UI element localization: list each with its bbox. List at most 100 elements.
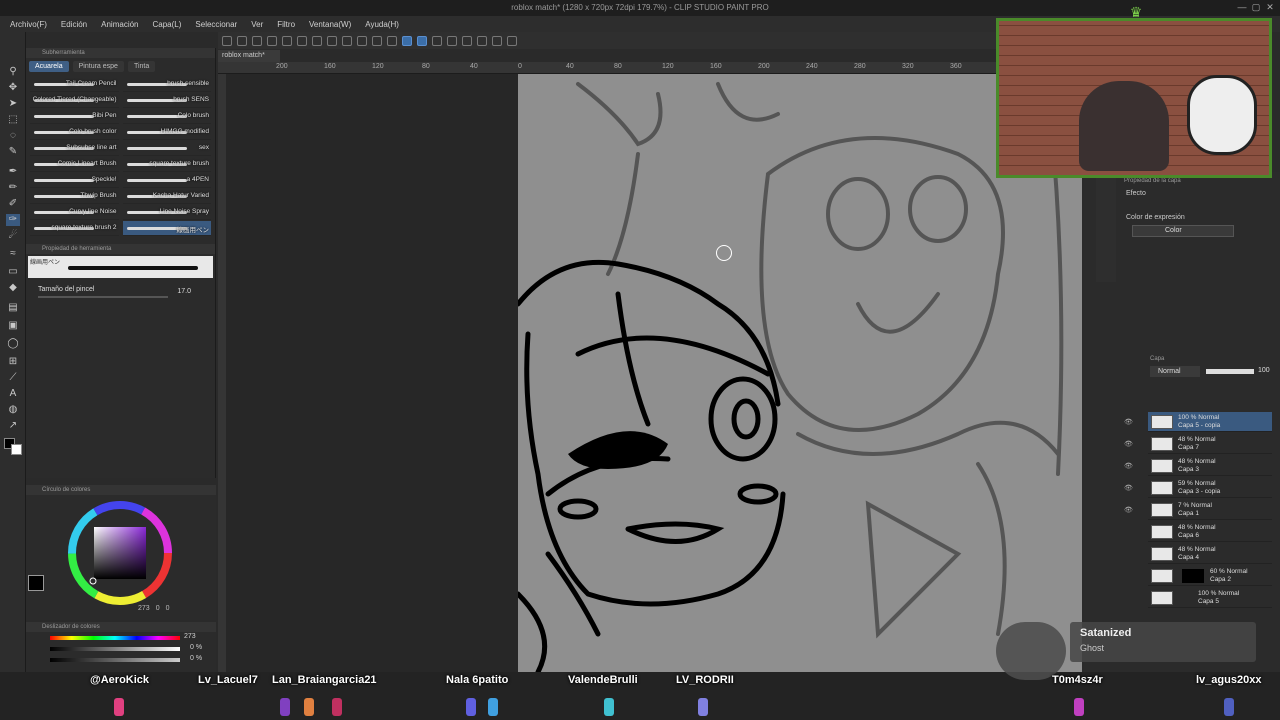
brush-item[interactable]: Subsubse line art — [30, 141, 119, 156]
pencil-tool-icon[interactable]: ✏ — [6, 182, 20, 194]
brush-item[interactable]: Bibi Pen — [30, 109, 119, 124]
menu-ver[interactable]: Ver — [251, 20, 263, 29]
brush-item[interactable]: sex — [122, 141, 211, 156]
save-icon[interactable] — [252, 35, 262, 46]
settings-icon[interactable] — [507, 35, 517, 46]
new-icon[interactable] — [222, 35, 232, 46]
brush-size-value[interactable]: 17.0 — [177, 288, 191, 295]
copy-icon[interactable] — [267, 35, 277, 46]
brush-size-slider[interactable] — [38, 296, 168, 298]
pen-tool-icon[interactable]: ✒ — [6, 166, 20, 178]
layer-row[interactable]: 48 % Normal Capa 7 — [1148, 434, 1272, 454]
blend-tool-icon[interactable]: ≈ — [6, 248, 20, 260]
document-tab[interactable]: roblox match* — [218, 50, 280, 62]
clear-icon[interactable] — [327, 35, 337, 46]
layer-row[interactable]: 7 % Normal Capa 1 — [1148, 500, 1272, 520]
maximize-button[interactable]: ▢ — [1250, 2, 1262, 14]
opacity-slider[interactable] — [1206, 369, 1254, 374]
brush-item[interactable]: Kacha Hatur Varied — [122, 189, 211, 204]
value-slider[interactable] — [50, 658, 180, 662]
zoom-icon[interactable] — [477, 35, 487, 46]
minimize-button[interactable]: — — [1236, 2, 1248, 14]
brush-item[interactable]: HIMGG modified — [122, 125, 211, 140]
tab-pintura[interactable]: Pintura espe — [72, 61, 124, 72]
brush-item-selected[interactable]: 線画用ペン — [122, 221, 211, 236]
brush-item[interactable]: a 4PEN — [122, 173, 211, 188]
open-icon[interactable] — [237, 35, 247, 46]
paste-icon[interactable] — [282, 35, 292, 46]
brush-item[interactable]: Curvy line Noise — [30, 205, 119, 220]
eraser-tool-icon[interactable]: ▭ — [6, 266, 20, 278]
correction-tool-icon[interactable]: ↗ — [6, 420, 20, 432]
brush-item[interactable]: Thwip Brush — [30, 189, 119, 204]
brush-item[interactable]: Tail Cream Pencil — [30, 77, 119, 92]
expression-color-select[interactable]: Color — [1132, 225, 1234, 237]
menu-archivo[interactable]: Archivo(F) — [10, 20, 47, 29]
layer-row[interactable]: 48 % Normal Capa 6 — [1148, 522, 1272, 542]
transform-icon[interactable] — [357, 35, 367, 46]
brush-item[interactable]: Colo brush — [122, 109, 211, 124]
menu-capa[interactable]: Capa(L) — [153, 20, 182, 29]
layer-row[interactable]: 100 % Normal Capa 5 — [1148, 588, 1272, 608]
tab-acuarela[interactable]: Acuarela — [29, 61, 69, 72]
brush-item[interactable]: Speckle! — [30, 173, 119, 188]
text-tool-icon[interactable]: A — [6, 388, 20, 400]
menu-animacion[interactable]: Animación — [101, 20, 138, 29]
snap-grid-icon[interactable] — [417, 35, 427, 46]
zoom-tool-icon[interactable]: ⚲ — [6, 66, 20, 78]
balloon-tool-icon[interactable]: ◍ — [6, 404, 20, 416]
eye-icon[interactable]: 👁 — [1124, 440, 1134, 450]
menu-edicion[interactable]: Edición — [61, 20, 87, 29]
brush-item[interactable]: Colored Tiered (Changeable) — [30, 93, 119, 108]
color-wheel[interactable] — [26, 495, 216, 619]
select-icon[interactable] — [342, 35, 352, 46]
layer-row[interactable]: 100 % Normal Capa 5 - copia — [1148, 412, 1272, 432]
undo-icon[interactable] — [297, 35, 307, 46]
opacity-value[interactable]: 100 — [1258, 367, 1270, 374]
hue-slider[interactable] — [50, 636, 180, 640]
menu-ayuda[interactable]: Ayuda(H) — [365, 20, 399, 29]
current-color-swatch[interactable] — [28, 575, 44, 591]
brush-item[interactable]: square texture brush — [122, 157, 211, 172]
brush-item[interactable]: Line Noise Spray — [122, 205, 211, 220]
brush-item[interactable]: brush sensible — [122, 77, 211, 92]
tab-tinta[interactable]: Tinta — [127, 61, 156, 72]
layer-row[interactable]: 59 % Normal Capa 3 - copia — [1148, 478, 1272, 498]
brush-tool-icon[interactable]: ✐ — [6, 198, 20, 210]
redo-icon[interactable] — [312, 35, 322, 46]
operation-tool-icon[interactable]: ➤ — [6, 98, 20, 110]
gradient-tool-icon[interactable]: ▤ — [6, 302, 20, 314]
fill-tool-icon[interactable]: ◆ — [6, 282, 20, 294]
pen-pressure-icon[interactable] — [432, 35, 442, 46]
eye-icon[interactable]: 👁 — [1124, 506, 1134, 516]
frame-tool-icon[interactable]: ◯ — [6, 338, 20, 350]
eye-icon[interactable]: 👁 — [1124, 418, 1134, 428]
sub-color-swatch[interactable] — [11, 444, 22, 455]
brush-item[interactable]: brush SENS — [122, 93, 211, 108]
menu-ventana[interactable]: Ventana(W) — [309, 20, 351, 29]
eye-icon[interactable]: 👁 — [1124, 484, 1134, 494]
saturation-slider[interactable] — [50, 647, 180, 651]
flip-icon[interactable] — [447, 35, 457, 46]
eye-icon[interactable]: 👁 — [1124, 462, 1134, 472]
line-tool-icon[interactable]: ⟋ — [6, 372, 20, 384]
figure-tool-icon[interactable]: ▣ — [6, 320, 20, 332]
eyedropper-tool-icon[interactable]: ✎ — [6, 146, 20, 158]
brush-item[interactable]: Colo brush color — [30, 125, 119, 140]
marker-tool-icon[interactable]: ✑ — [6, 214, 20, 226]
close-button[interactable]: ✕ — [1264, 2, 1276, 14]
snap-ruler-icon[interactable] — [402, 35, 412, 46]
airbrush-tool-icon[interactable]: ☄ — [6, 230, 20, 242]
color-picker-cursor[interactable] — [89, 577, 97, 585]
ruler-tool-icon[interactable]: ⊞ — [6, 356, 20, 368]
move-tool-icon[interactable]: ✥ — [6, 82, 20, 94]
lasso-tool-icon[interactable]: ◌ — [6, 130, 20, 142]
layer-row[interactable]: 48 % Normal Capa 3 — [1148, 456, 1272, 476]
blend-mode-select[interactable]: Normal — [1150, 366, 1200, 377]
selection-tool-icon[interactable]: ⬚ — [6, 114, 20, 126]
menu-filtro[interactable]: Filtro — [277, 20, 295, 29]
hand-icon[interactable] — [492, 35, 502, 46]
brush-item[interactable]: square texture brush 2 — [30, 221, 119, 236]
menu-seleccionar[interactable]: Seleccionar — [195, 20, 237, 29]
crop-icon[interactable] — [372, 35, 382, 46]
